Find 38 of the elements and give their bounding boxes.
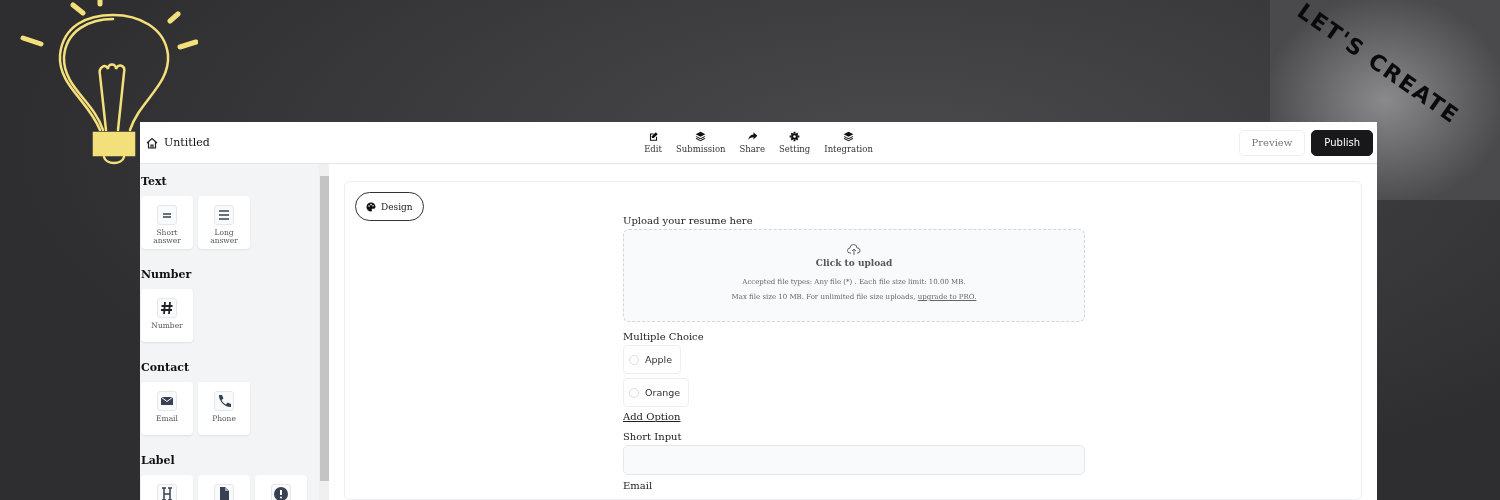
alert-icon: [271, 484, 291, 500]
layers-icon: [843, 131, 855, 142]
field-label: Multiple Choice: [623, 331, 705, 342]
section-heading: Contact: [141, 361, 191, 374]
field-label: Email: [623, 480, 654, 491]
design-button[interactable]: Design: [355, 192, 424, 221]
section-heading: Text: [141, 175, 168, 188]
edit-icon: [647, 131, 659, 142]
home-icon: [146, 136, 158, 149]
field-label: Upload your resume here: [623, 215, 754, 226]
publish-button[interactable]: Publish: [1311, 129, 1373, 156]
settings-icon: [789, 131, 801, 142]
radio-option[interactable]: Orange: [623, 378, 690, 407]
section-heading: Label: [141, 454, 176, 467]
heading-icon: [157, 484, 177, 500]
nav-tab[interactable]: Share: [732, 131, 772, 154]
envelope-icon: [157, 391, 177, 411]
lines-icon: [214, 205, 234, 225]
short-input-field[interactable]: [623, 445, 1085, 475]
share-icon: [746, 131, 758, 142]
nav-tab[interactable]: Integration: [817, 131, 880, 154]
hash-icon: [157, 298, 177, 318]
short-lines-icon: [157, 205, 177, 225]
radio-option[interactable]: Apple: [623, 345, 682, 374]
cloud-upload-icon: [847, 244, 861, 256]
file-icon: [214, 484, 234, 500]
nav-tab[interactable]: Submission: [668, 131, 733, 154]
preview-button[interactable]: Preview: [1238, 129, 1306, 156]
palette-icon: [366, 201, 376, 212]
nav-tab[interactable]: Edit: [637, 131, 669, 154]
form-title: Untitled: [164, 136, 210, 149]
nav-tab[interactable]: Setting: [771, 131, 818, 154]
field-label: Short Input: [623, 431, 683, 442]
layers-icon: [695, 131, 707, 142]
add-option-link[interactable]: Add Option: [623, 411, 681, 422]
section-heading: Number: [141, 268, 193, 281]
phone-icon: [214, 391, 234, 411]
upload-prompt: Click to upload: [815, 258, 893, 268]
